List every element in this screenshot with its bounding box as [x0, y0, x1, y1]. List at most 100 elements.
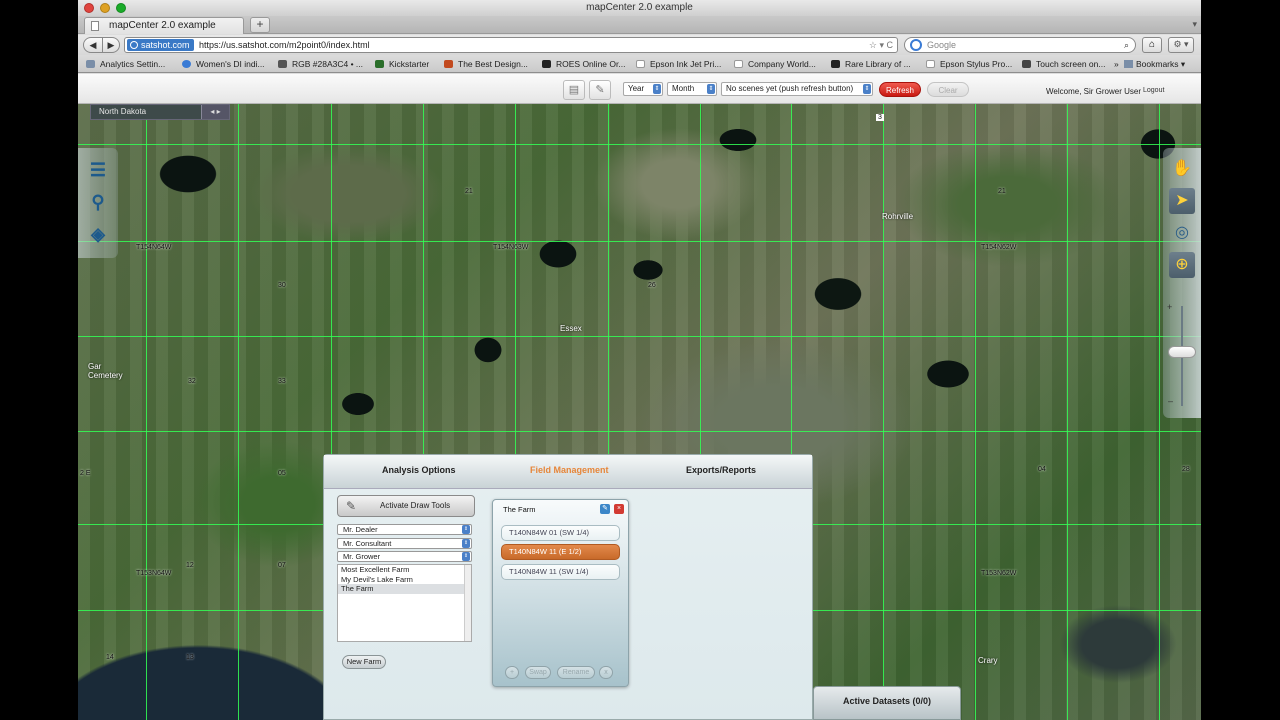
- chevron-updown-icon: ⇕: [653, 84, 661, 94]
- section-number: 14: [106, 654, 114, 661]
- farm-card: The Farm ✎ × T140N84W 01 (SW 1/4) T140N8…: [492, 499, 629, 687]
- section-line: [975, 104, 976, 720]
- field-management-panel: Analysis Options Field Management Export…: [323, 454, 813, 720]
- delete-icon[interactable]: ×: [614, 504, 624, 514]
- section-line: [238, 104, 239, 720]
- zoom-icon[interactable]: ⊕: [1169, 252, 1195, 278]
- address-bar[interactable]: satshot.com https://us.satshot.com/m2poi…: [124, 37, 898, 53]
- new-farm-button[interactable]: New Farm: [342, 655, 386, 669]
- bookmark-item[interactable]: ROES Online Or...: [542, 55, 625, 73]
- swap-button[interactable]: Swap: [525, 666, 551, 679]
- bookmarks-overflow-icon[interactable]: »: [1114, 55, 1119, 73]
- rename-button[interactable]: Rename: [557, 666, 595, 679]
- zoom-out-icon[interactable]: –: [1168, 396, 1173, 406]
- close-window-button[interactable]: [84, 3, 94, 13]
- region-tab[interactable]: North Dakota ◂ ▸: [90, 104, 230, 120]
- bookmark-favicon: [375, 60, 384, 68]
- tab-overflow-icon[interactable]: ▾: [1192, 19, 1197, 30]
- back-button[interactable]: ◀: [83, 37, 103, 53]
- bookmark-item[interactable]: Epson Ink Jet Pri...: [636, 55, 721, 73]
- bookmark-item[interactable]: Touch screen on...: [1022, 55, 1105, 73]
- grower-select[interactable]: Mr. Grower ⇕: [337, 551, 472, 562]
- compass-icon[interactable]: ◎: [1169, 220, 1195, 246]
- dealer-select[interactable]: Mr. Dealer ⇕: [337, 524, 472, 535]
- pan-hand-icon[interactable]: ✋: [1169, 156, 1195, 182]
- year-select[interactable]: Year ⇕: [623, 82, 663, 96]
- zoom-slider-thumb[interactable]: [1168, 346, 1196, 358]
- active-datasets-tab[interactable]: Active Datasets (0/0): [813, 686, 961, 720]
- field-item[interactable]: T140N84W 11 (E 1/2): [501, 544, 620, 560]
- field-item[interactable]: T140N84W 01 (SW 1/4): [501, 525, 620, 541]
- town-label: Gar Cemetery: [88, 362, 123, 380]
- clear-button[interactable]: Clear: [927, 82, 969, 97]
- search-icon[interactable]: ⚲: [86, 190, 110, 214]
- field-item[interactable]: T140N84W 11 (SW 1/4): [501, 564, 620, 580]
- bookmark-star-icon[interactable]: ☆ ▾ C: [869, 38, 893, 52]
- bookmark-item[interactable]: RGB #28A3C4 • ...: [278, 55, 363, 73]
- road-shield: 3: [876, 114, 884, 121]
- section-line: [146, 104, 147, 720]
- chevron-updown-icon: ⇕: [462, 552, 470, 561]
- folder-icon: [1124, 60, 1133, 68]
- list-item[interactable]: My Devil's Lake Farm: [338, 575, 471, 585]
- section-line: [883, 104, 884, 720]
- list-icon[interactable]: ☰: [86, 158, 110, 182]
- list-item[interactable]: Most Excellent Farm: [338, 565, 471, 575]
- bookmark-favicon: [1022, 60, 1031, 68]
- site-name: satshot.com: [141, 40, 190, 50]
- town-label: Crary: [978, 656, 998, 665]
- select-arrow-icon[interactable]: ➤: [1169, 188, 1195, 214]
- tab-exports-reports[interactable]: Exports/Reports: [686, 465, 756, 475]
- township-label: T153N64W: [136, 570, 172, 577]
- section-number: 21: [465, 188, 473, 195]
- bookmark-item[interactable]: Rare Library of ...: [831, 55, 911, 73]
- bookmarks-menu[interactable]: Bookmarks ▾: [1124, 55, 1185, 73]
- consultant-select[interactable]: Mr. Consultant ⇕: [337, 538, 472, 549]
- add-field-button[interactable]: +: [505, 666, 519, 679]
- zoom-in-icon[interactable]: +: [1167, 302, 1172, 312]
- forward-button[interactable]: ▶: [102, 37, 120, 53]
- section-line: [78, 241, 1201, 242]
- minimize-window-button[interactable]: [100, 3, 110, 13]
- town-label: Essex: [560, 324, 582, 333]
- draw-tool-icon[interactable]: ✎: [589, 80, 611, 100]
- layers-icon[interactable]: ◈: [86, 222, 110, 246]
- list-item[interactable]: The Farm: [338, 584, 471, 594]
- section-number: 2 E: [80, 470, 91, 477]
- bookmark-item[interactable]: Company World...: [734, 55, 816, 73]
- region-nav-icon[interactable]: ◂ ▸: [201, 105, 229, 119]
- activate-draw-tools-button[interactable]: ✎ Activate Draw Tools: [337, 495, 475, 517]
- tab-analysis-options[interactable]: Analysis Options: [382, 465, 456, 475]
- section-number: 21: [998, 188, 1006, 195]
- township-label: T153N62W: [981, 570, 1017, 577]
- document-icon[interactable]: ▤: [563, 80, 585, 100]
- bookmark-item[interactable]: Women's DI indi...: [182, 55, 265, 73]
- home-button[interactable]: ⌂: [1142, 37, 1162, 53]
- bookmark-item[interactable]: The Best Design...: [444, 55, 528, 73]
- section-line: [78, 431, 1201, 432]
- zoom-window-button[interactable]: [116, 3, 126, 13]
- remove-field-button[interactable]: x: [599, 666, 613, 679]
- site-identity-badge[interactable]: satshot.com: [127, 39, 194, 51]
- refresh-button[interactable]: Refresh: [879, 82, 921, 97]
- search-icon[interactable]: ⌕: [1124, 38, 1129, 52]
- scrollbar[interactable]: [464, 565, 471, 641]
- bookmark-item[interactable]: Kickstarter: [375, 55, 429, 73]
- farm-list[interactable]: Most Excellent Farm My Devil's Lake Farm…: [337, 564, 472, 642]
- edit-icon[interactable]: ✎: [600, 504, 610, 514]
- chevron-updown-icon: ⇕: [462, 525, 470, 534]
- bookmark-item[interactable]: Epson Stylus Pro...: [926, 55, 1012, 73]
- logout-link[interactable]: Logout: [1143, 87, 1164, 94]
- bookmark-item[interactable]: Analytics Settin...: [86, 55, 165, 73]
- bookmarks-bar: Analytics Settin... Women's DI indi... R…: [78, 55, 1201, 73]
- section-line: [1159, 104, 1160, 720]
- bookmark-favicon: [182, 60, 191, 68]
- satellite-map[interactable]: T154N64W T154N63W T154N62W T153N62W T153…: [78, 104, 1201, 720]
- new-tab-button[interactable]: +: [250, 17, 270, 33]
- settings-button[interactable]: ⚙ ▾: [1168, 37, 1194, 53]
- scene-select[interactable]: No scenes yet (push refresh button) ⇕: [721, 82, 873, 96]
- tab-field-management[interactable]: Field Management: [530, 465, 609, 475]
- month-select[interactable]: Month ⇕: [667, 82, 717, 96]
- search-input[interactable]: Google ⌕: [904, 37, 1136, 53]
- browser-tab[interactable]: mapCenter 2.0 example: [84, 17, 244, 34]
